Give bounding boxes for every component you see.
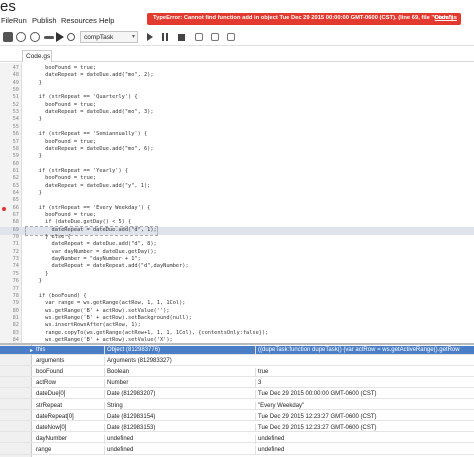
variable-value: Tue Dec 29 2015 12:23:27 GMT-0600 (CST)	[255, 412, 474, 422]
menu-resources[interactable]: Resources	[61, 16, 97, 25]
variable-type: Date (812983154)	[104, 412, 254, 422]
variable-value: ({dupeTask:function dupeTask() {var actR…	[255, 346, 474, 355]
variable-type: undefined	[104, 434, 254, 444]
debugger-panel: ▸ this Object (812983776) ({dupeTask:functi…	[0, 343, 474, 457]
indent-icon[interactable]	[44, 36, 54, 39]
function-select-value: compTask	[84, 34, 114, 41]
stop-icon[interactable]	[178, 34, 185, 41]
variable-name: actRow	[36, 380, 57, 387]
continue-icon[interactable]	[147, 33, 153, 41]
step-out-icon[interactable]	[227, 33, 235, 41]
file-tabs: Code.gs	[0, 48, 474, 62]
variable-value: Tue Dec 29 2015 00:00:00 GMT-0600 (CST)	[255, 390, 474, 400]
variable-name: dateRepeat[0]	[36, 413, 74, 420]
variable-name: strRepeat	[36, 402, 63, 409]
step-over-icon[interactable]	[211, 33, 219, 41]
undo-icon[interactable]	[16, 32, 26, 42]
variable-type: Arguments (812983327)	[104, 357, 254, 366]
pause-icon[interactable]	[162, 33, 164, 41]
variable-type: undefined	[104, 445, 254, 455]
variable-row[interactable]: dateNow[0] Date (812983153) Tue Dec 29 201…	[0, 423, 474, 433]
variable-name: booFound	[36, 369, 64, 376]
project-title[interactable]: es	[0, 0, 16, 15]
chevron-down-icon: ▾	[131, 34, 135, 40]
variable-name: arguments	[36, 358, 65, 365]
variable-value: true	[255, 368, 474, 377]
variable-name: dateNow[0]	[36, 424, 67, 431]
dismiss-link[interactable]: Dismiss	[435, 15, 457, 21]
variable-name: range	[36, 446, 52, 453]
variable-value: Tue Dec 29 2015 12:23:27 GMT-0600 (CST)	[255, 423, 474, 433]
step-into-icon[interactable]	[195, 33, 203, 41]
variable-row[interactable]: range undefined undefined	[0, 445, 474, 455]
variable-value: 3	[255, 379, 474, 388]
variable-value: undefined	[255, 445, 474, 455]
variable-name: dayNumber	[36, 435, 68, 442]
variable-value: undefined	[255, 434, 474, 444]
menu-publish[interactable]: Publish	[32, 16, 57, 25]
save-icon[interactable]	[3, 32, 13, 42]
title-bar: es	[0, 0, 474, 15]
menu-help[interactable]: Help	[99, 16, 114, 25]
variable-type: Date (812983207)	[104, 390, 254, 400]
variable-row[interactable]: booFound Boolean true	[0, 368, 474, 377]
run-icon[interactable]	[56, 32, 64, 42]
variable-row[interactable]: arguments Arguments (812983327)	[0, 357, 474, 366]
variable-type: Number	[104, 379, 254, 388]
redo-icon[interactable]	[30, 32, 40, 42]
variable-name: this	[36, 347, 46, 353]
file-tab-code[interactable]: Code.gs	[22, 50, 52, 62]
function-select[interactable]: compTask ▾	[80, 31, 138, 43]
variable-value: "Every Weekday"	[255, 401, 474, 411]
menu-run[interactable]: Run	[13, 16, 27, 25]
variable-row[interactable]: actRow Number 3	[0, 379, 474, 388]
toolbar: compTask ▾	[0, 29, 474, 46]
variable-type: Object (812983776)	[104, 346, 254, 355]
variable-row[interactable]: dateDue[0] Date (812983207) Tue Dec 29 201…	[0, 390, 474, 400]
variable-type: Date (812983153)	[104, 423, 254, 433]
variable-row[interactable]: dayNumber undefined undefined	[0, 434, 474, 444]
variable-type: Boolean	[104, 368, 254, 377]
error-banner: TypeError: Cannot find function add in o…	[147, 13, 461, 25]
code-editor[interactable]: 47 booFound = true; 48 dateRepeat = dateD…	[0, 63, 474, 343]
error-message: TypeError: Cannot find function add in o…	[153, 15, 454, 21]
debug-icon[interactable]	[67, 33, 75, 41]
expand-icon[interactable]: ▸	[30, 347, 33, 354]
variable-row[interactable]: strRepeat String "Every Weekday"	[0, 401, 474, 411]
variable-name: dateDue[0]	[36, 391, 66, 398]
variable-row[interactable]: ▸ this Object (812983776) ({dupeTask:functi…	[0, 346, 474, 355]
variable-type: String	[104, 401, 254, 411]
menu-file[interactable]: File	[1, 16, 13, 25]
variable-row[interactable]: dateRepeat[0] Date (812983154) Tue Dec 29 …	[0, 412, 474, 422]
